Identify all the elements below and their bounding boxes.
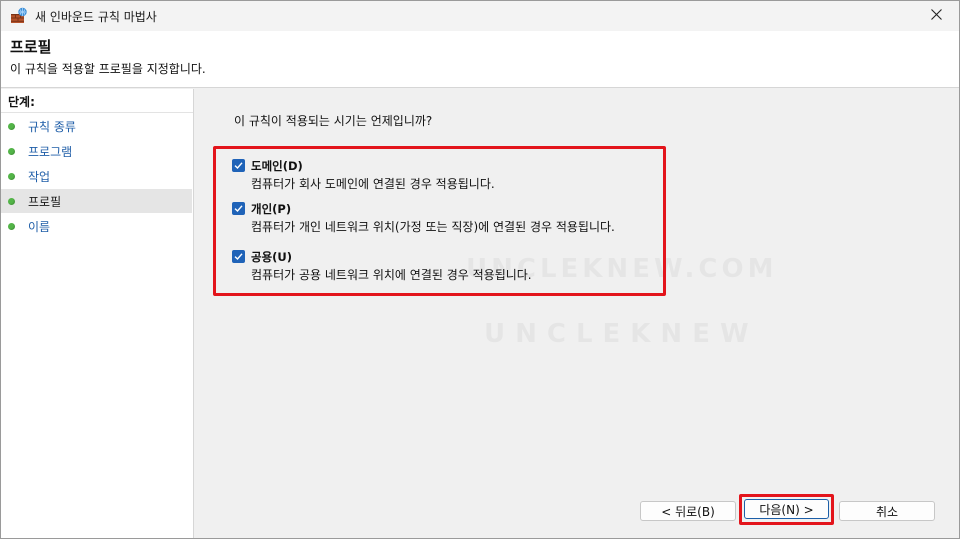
wizard-window: 새 인바운드 규칙 마법사 프로필 이 규칙을 적용할 프로필을 지정합니다. … bbox=[0, 0, 960, 539]
step-status-dot-icon bbox=[8, 222, 15, 230]
option-label: 개인(P) bbox=[251, 202, 292, 216]
step-name[interactable]: 이름 bbox=[1, 214, 192, 238]
step-label: 작업 bbox=[28, 169, 51, 184]
check-icon bbox=[234, 205, 243, 213]
check-icon bbox=[234, 162, 243, 170]
watermark-text: UNCLEKNEW bbox=[484, 319, 759, 349]
check-icon bbox=[234, 253, 243, 261]
public-checkbox[interactable] bbox=[232, 250, 245, 263]
step-profile[interactable]: 프로필 bbox=[1, 189, 192, 213]
wizard-header: 프로필 이 규칙을 적용할 프로필을 지정합니다. bbox=[1, 31, 959, 88]
wizard-content: 이 규칙이 적용되는 시기는 언제입니까? UNCLEKNEW.COM UNCL… bbox=[196, 89, 959, 538]
step-rule-type[interactable]: 규칙 종류 bbox=[1, 114, 192, 138]
steps-label: 단계: bbox=[8, 95, 35, 109]
firewall-app-icon bbox=[10, 7, 28, 25]
cancel-button[interactable]: 취소 bbox=[839, 501, 935, 521]
option-label: 공용(U) bbox=[251, 250, 293, 264]
page-description: 이 규칙을 적용할 프로필을 지정합니다. bbox=[10, 62, 206, 76]
step-label: 규칙 종류 bbox=[28, 119, 76, 134]
step-status-dot-icon bbox=[8, 172, 15, 180]
close-button[interactable] bbox=[913, 1, 959, 31]
private-checkbox[interactable] bbox=[232, 202, 245, 215]
option-description: 컴퓨터가 회사 도메인에 연결된 경우 적용됩니다. bbox=[251, 177, 495, 191]
profile-question: 이 규칙이 적용되는 시기는 언제입니까? bbox=[234, 114, 433, 128]
back-button[interactable]: < 뒤로(B) bbox=[640, 501, 736, 521]
steps-sidebar: 단계: 규칙 종류 프로그램 작업 프로필 이름 bbox=[1, 89, 194, 538]
step-program[interactable]: 프로그램 bbox=[1, 139, 192, 163]
window-title: 새 인바운드 규칙 마법사 bbox=[35, 9, 157, 24]
option-label: 도메인(D) bbox=[251, 159, 303, 173]
steps-divider bbox=[1, 112, 193, 113]
step-action[interactable]: 작업 bbox=[1, 164, 192, 188]
next-button[interactable]: 다음(N) > bbox=[744, 499, 829, 519]
option-description: 컴퓨터가 공용 네트워크 위치에 연결된 경우 적용됩니다. bbox=[251, 268, 532, 282]
step-label: 프로그램 bbox=[28, 144, 73, 159]
step-status-dot-icon bbox=[8, 147, 15, 155]
title-bar: 새 인바운드 규칙 마법사 bbox=[1, 1, 959, 31]
step-status-dot-icon bbox=[8, 122, 15, 130]
domain-checkbox[interactable] bbox=[232, 159, 245, 172]
step-label: 프로필 bbox=[28, 194, 62, 209]
close-icon bbox=[930, 9, 942, 23]
page-title: 프로필 bbox=[10, 38, 52, 56]
step-label: 이름 bbox=[28, 219, 51, 234]
step-status-dot-icon bbox=[8, 197, 15, 205]
option-description: 컴퓨터가 개인 네트워크 위치(가정 또는 직장)에 연결된 경우 적용됩니다. bbox=[251, 220, 615, 234]
